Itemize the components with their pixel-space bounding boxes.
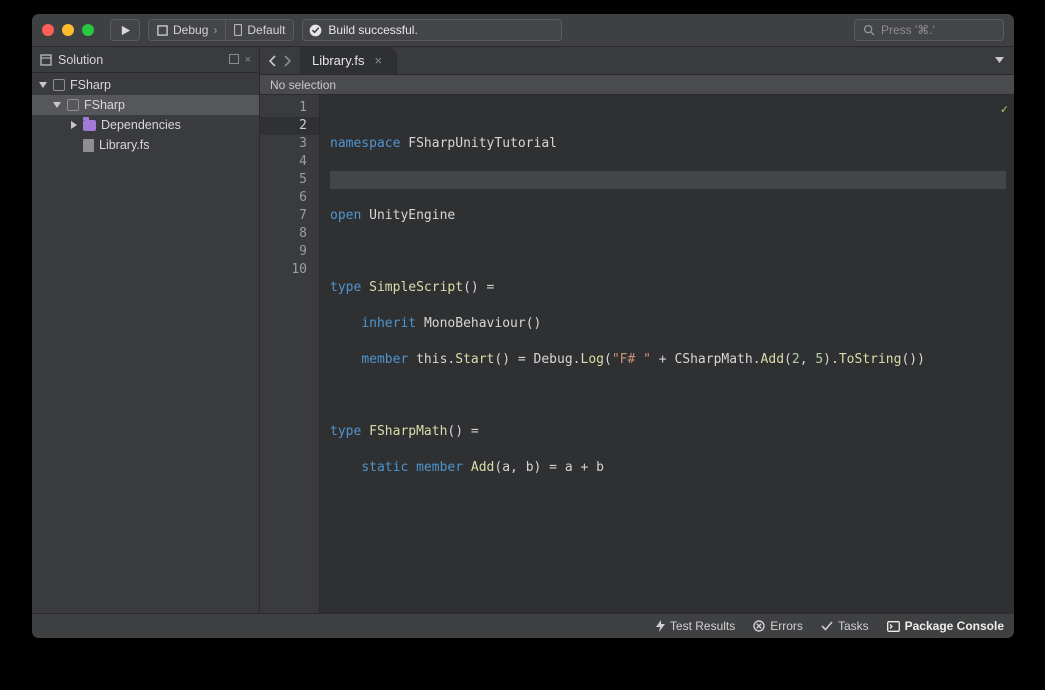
search-placeholder: Press '⌘.' [881, 23, 935, 37]
tree-project-node[interactable]: FSharp [32, 95, 259, 115]
line-number: 2 [260, 117, 319, 135]
test-results-pad[interactable]: Test Results [656, 619, 735, 633]
tree-dependencies-node[interactable]: Dependencies [32, 115, 259, 135]
analysis-ok-icon: ✓ [1001, 100, 1008, 118]
editor-area: Library.fs × No selection 1 2 3 4 5 6 [260, 47, 1014, 613]
device-icon [234, 24, 242, 36]
line-number: 1 [260, 99, 307, 117]
breadcrumb[interactable]: No selection [260, 75, 1014, 95]
line-number: 7 [260, 207, 307, 225]
tree-solution-node[interactable]: FSharp [32, 75, 259, 95]
solution-tree: FSharp FSharp Dependencies [32, 73, 259, 613]
solution-sidebar: Solution × FSharp [32, 47, 260, 613]
global-search[interactable]: Press '⌘.' [854, 19, 1004, 41]
tree-label: FSharp [70, 78, 111, 92]
nav-forward-button[interactable] [282, 55, 292, 67]
editor-tab[interactable]: Library.fs × [300, 47, 397, 74]
chevron-down-icon [52, 101, 62, 109]
chevron-right-icon: › [213, 23, 217, 37]
line-gutter: 1 2 3 4 5 6 7 8 9 10 [260, 95, 320, 613]
line-number: 3 [260, 135, 307, 153]
statusbar: Test Results Errors Tasks Package Consol… [32, 613, 1014, 638]
window-controls [42, 24, 94, 36]
error-icon [753, 620, 765, 632]
pad-autohide-icon[interactable] [229, 54, 239, 66]
nav-buttons [260, 47, 300, 74]
run-config-selector[interactable]: Debug › Default [148, 19, 294, 41]
tab-label: Library.fs [312, 53, 365, 68]
tabstrip: Library.fs × [260, 47, 1014, 75]
target-segment[interactable]: Default [225, 20, 293, 40]
line-number: 4 [260, 153, 307, 171]
folder-icon [83, 120, 96, 131]
tab-close-button[interactable]: × [375, 53, 383, 68]
terminal-icon [887, 621, 900, 632]
tree-label: Library.fs [99, 138, 149, 152]
body: Solution × FSharp [32, 47, 1014, 613]
minimize-window-button[interactable] [62, 24, 74, 36]
success-icon [309, 24, 322, 37]
line-number: 5 [260, 171, 307, 189]
solution-icon [40, 54, 52, 66]
ide-window: Debug › Default Build successful. Press … [32, 14, 1014, 638]
run-button[interactable] [110, 19, 140, 41]
pad-close-icon[interactable]: × [245, 54, 251, 66]
config-label: Debug [173, 23, 208, 37]
tab-overflow-button[interactable] [985, 47, 1014, 74]
solution-pad-title: Solution [58, 53, 223, 67]
tree-file-node[interactable]: Library.fs [32, 135, 259, 155]
file-icon [83, 139, 94, 152]
zoom-window-button[interactable] [82, 24, 94, 36]
close-window-button[interactable] [42, 24, 54, 36]
target-label: Default [247, 23, 285, 37]
line-number: 8 [260, 225, 307, 243]
solution-pad-header[interactable]: Solution × [32, 47, 259, 73]
tree-label: FSharp [84, 98, 125, 112]
search-icon [863, 24, 875, 36]
toolbar: Debug › Default Build successful. Press … [32, 14, 1014, 47]
line-number: 10 [260, 261, 307, 279]
chevron-right-icon [68, 121, 78, 129]
project-square-icon [67, 99, 79, 111]
code-content[interactable]: ✓ namespace FSharpUnityTutorial open Uni… [320, 95, 1014, 613]
build-status[interactable]: Build successful. [302, 19, 562, 41]
package-console-pad[interactable]: Package Console [887, 619, 1004, 633]
check-icon [821, 621, 833, 631]
tree-label: Dependencies [101, 118, 181, 132]
play-icon [120, 25, 131, 36]
breadcrumb-text: No selection [270, 78, 336, 92]
status-text: Build successful. [328, 23, 417, 37]
pad-controls: × [229, 54, 251, 66]
code-editor[interactable]: 1 2 3 4 5 6 7 8 9 10 ✓ namespace FSharpU… [260, 95, 1014, 613]
line-number: 6 [260, 189, 307, 207]
line-number: 9 [260, 243, 307, 261]
stop-square-icon [157, 25, 168, 36]
tasks-pad[interactable]: Tasks [821, 619, 869, 633]
bolt-icon [656, 620, 665, 632]
solution-square-icon [53, 79, 65, 91]
nav-back-button[interactable] [268, 55, 278, 67]
config-segment[interactable]: Debug › [149, 20, 225, 40]
chevron-down-icon [38, 81, 48, 89]
errors-pad[interactable]: Errors [753, 619, 803, 633]
